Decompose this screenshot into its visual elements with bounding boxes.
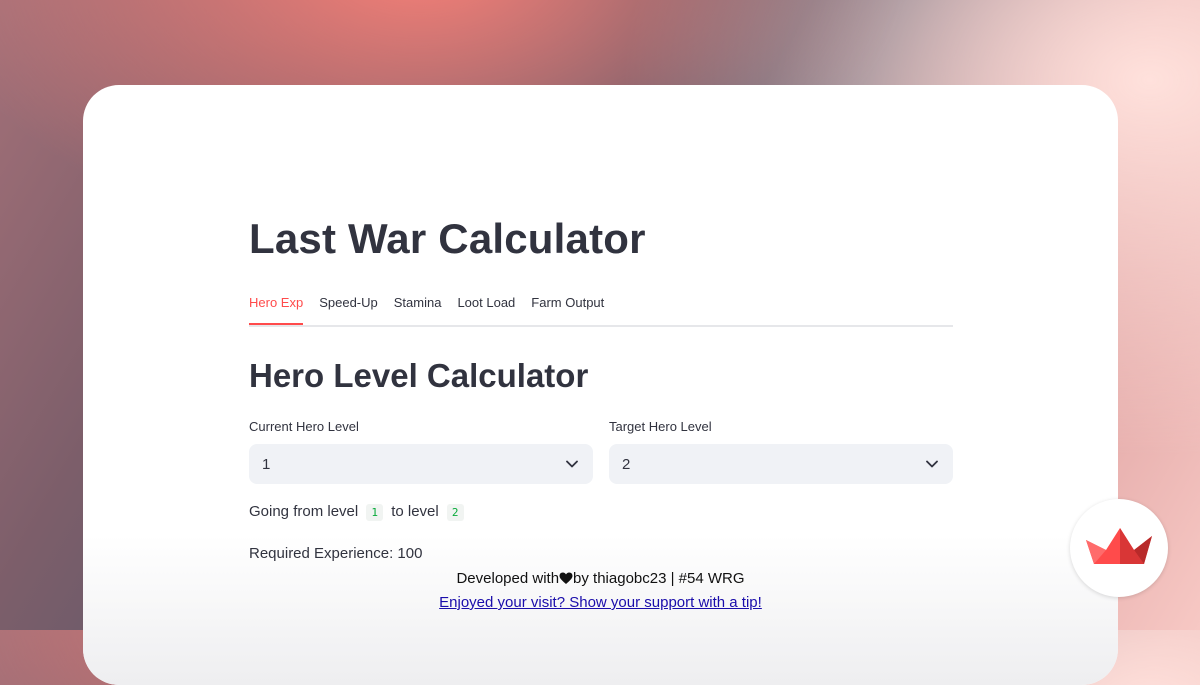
current-level-label: Current Hero Level xyxy=(249,419,359,434)
current-level-field: Current Hero Level 1 xyxy=(249,419,593,484)
current-level-select[interactable]: 1 xyxy=(249,444,593,484)
developer-credit: Developed with by thiagobc23 | #54 WRG xyxy=(83,569,1118,589)
dev-suffix: by thiagobc23 | #54 WRG xyxy=(573,570,745,587)
current-level-value: 1 xyxy=(262,455,271,473)
tab-hero-exp[interactable]: Hero Exp xyxy=(249,285,304,325)
page-title: Last War Calculator xyxy=(249,215,646,262)
target-level-select[interactable]: 2 xyxy=(609,444,953,484)
tip-link[interactable]: Enjoyed your visit? Show your support wi… xyxy=(439,594,762,611)
going-prefix: Going from level xyxy=(249,503,359,520)
going-middle: to level xyxy=(391,503,439,520)
dev-prefix: Developed with xyxy=(456,570,560,587)
tab-stamina[interactable]: Stamina xyxy=(394,285,442,323)
target-level-value: 2 xyxy=(622,455,631,473)
required-experience: Required Experience: 100 xyxy=(249,545,423,562)
tab-bar: Hero Exp Speed-Up Stamina Loot Load Farm… xyxy=(249,285,953,327)
chevron-down-icon xyxy=(925,457,939,471)
streamlit-crown-icon xyxy=(1084,526,1154,571)
from-level-code: 1 xyxy=(366,504,384,521)
section-heading: Hero Level Calculator xyxy=(249,357,589,394)
footer: Developed with by thiagobc23 | #54 WRG En… xyxy=(83,569,1118,612)
target-level-label: Target Hero Level xyxy=(609,419,712,434)
level-range-text: Going from level 1 to level 2 xyxy=(249,503,468,521)
tab-speed-up[interactable]: Speed-Up xyxy=(319,285,378,323)
to-level-code: 2 xyxy=(446,504,464,521)
chevron-down-icon xyxy=(565,457,579,471)
tab-loot-load[interactable]: Loot Load xyxy=(457,285,515,323)
app-card: Last War Calculator Hero Exp Speed-Up St… xyxy=(83,85,1118,685)
target-level-field: Target Hero Level 2 xyxy=(609,419,953,484)
tab-farm-output[interactable]: Farm Output xyxy=(531,285,604,323)
heart-icon xyxy=(559,571,573,591)
